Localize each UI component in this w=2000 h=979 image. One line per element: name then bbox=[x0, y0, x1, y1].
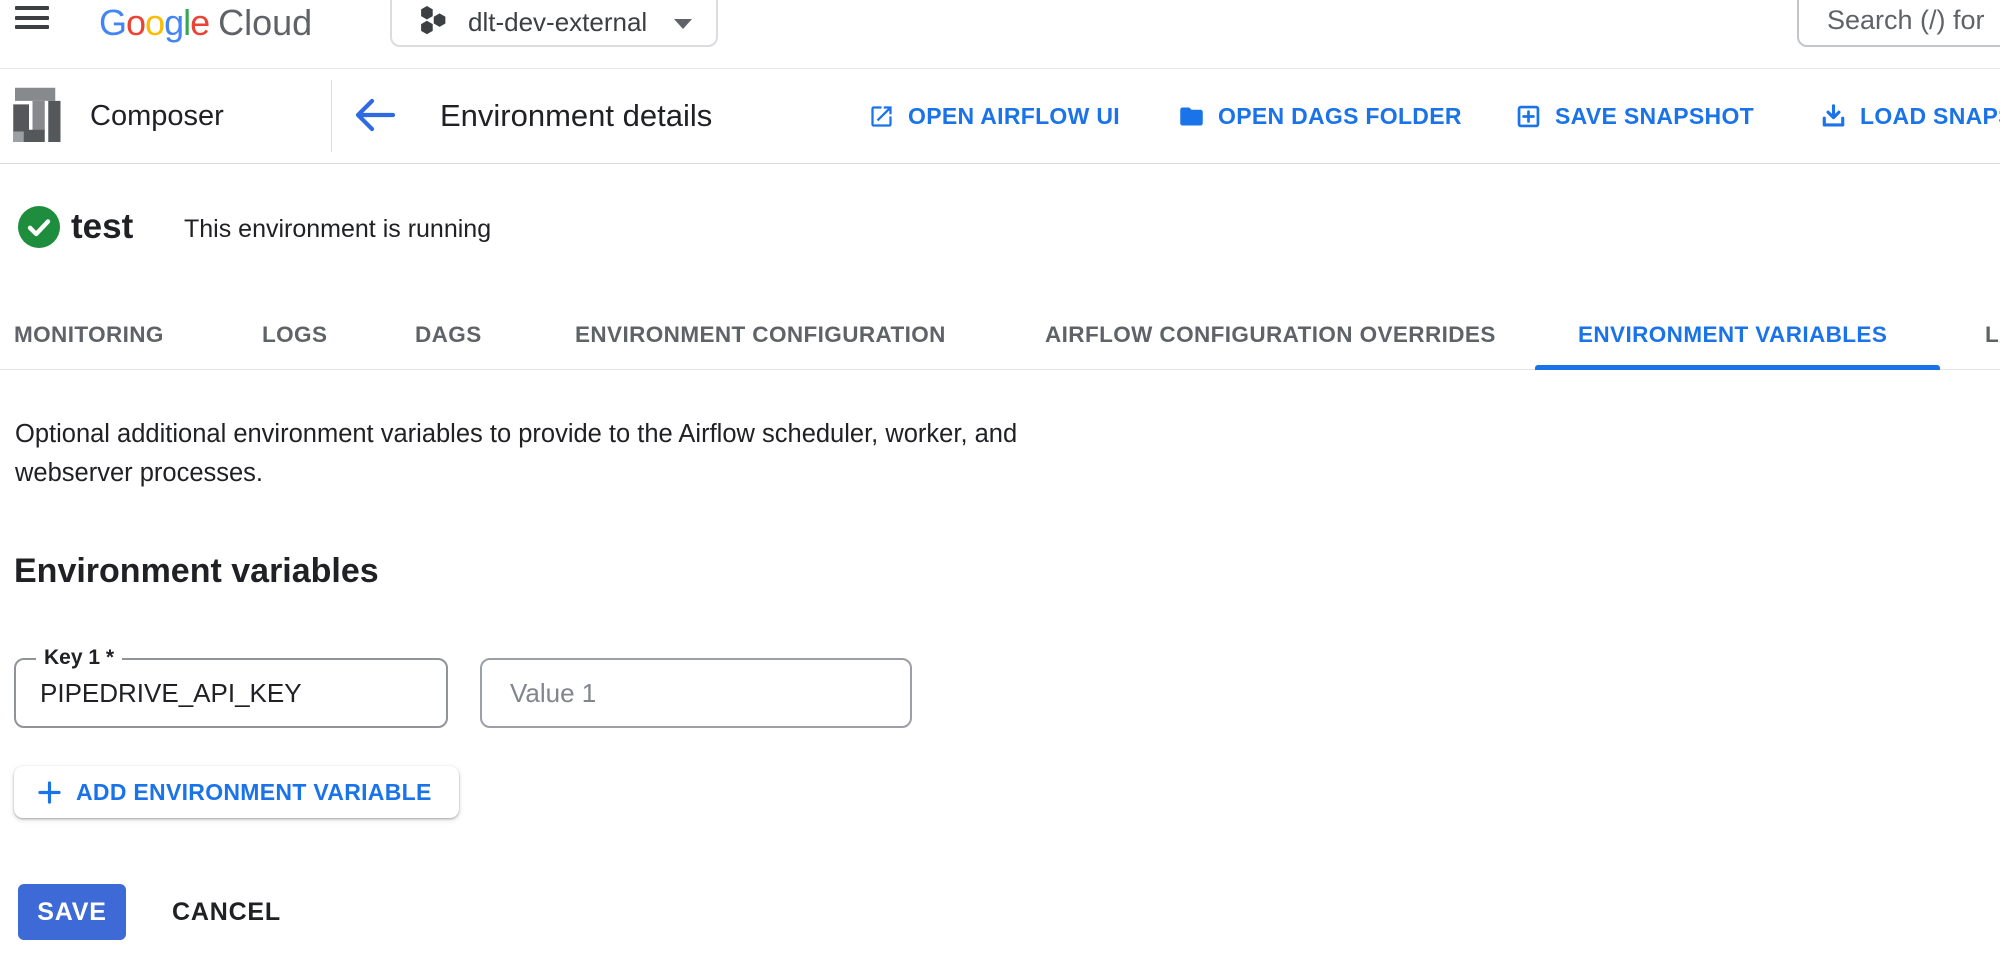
app-root: Google Cloud dlt-dev-external Composer bbox=[0, 0, 2000, 979]
chevron-down-icon bbox=[674, 19, 692, 29]
section-title: Environment variables bbox=[14, 552, 379, 591]
tab-airflow-configuration-overrides[interactable]: AIRFLOW CONFIGURATION OVERRIDES bbox=[1045, 300, 1496, 369]
logo-letter: l bbox=[183, 2, 190, 44]
open-dags-folder-button[interactable]: OPEN DAGS FOLDER bbox=[1178, 69, 1462, 163]
save-snapshot-button[interactable]: SAVE SNAPSHOT bbox=[1515, 69, 1754, 163]
save-snapshot-icon bbox=[1515, 103, 1542, 130]
cancel-button[interactable]: CANCEL bbox=[162, 884, 291, 940]
save-button[interactable]: SAVE bbox=[18, 884, 126, 940]
project-selector[interactable]: dlt-dev-external bbox=[390, 0, 718, 47]
product-name: Composer bbox=[90, 69, 224, 163]
tab-dags[interactable]: DAGS bbox=[415, 300, 482, 369]
header-divider bbox=[331, 80, 332, 152]
value-input[interactable] bbox=[482, 660, 910, 726]
logo-letter: G bbox=[99, 2, 126, 44]
google-cloud-logo: Google Cloud bbox=[99, 2, 312, 44]
search-box bbox=[1797, 0, 2000, 47]
tab-environment-configuration[interactable]: ENVIRONMENT CONFIGURATION bbox=[575, 300, 946, 369]
tab-description-line2: webserver processes. bbox=[15, 454, 1017, 493]
active-tab-indicator bbox=[1535, 365, 1940, 370]
logo-letter: g bbox=[164, 2, 183, 44]
tab-description-line1: Optional additional environment variable… bbox=[15, 415, 1017, 454]
download-icon bbox=[1820, 103, 1847, 130]
environment-name: test bbox=[71, 204, 133, 250]
key-field-label: Key 1 * bbox=[36, 646, 122, 670]
tab-bar: MONITORING LOGS DAGS ENVIRONMENT CONFIGU… bbox=[0, 300, 2000, 370]
project-hexagons-icon bbox=[418, 5, 448, 35]
tab-environment-variables[interactable]: ENVIRONMENT VARIABLES bbox=[1578, 300, 1887, 369]
logo-cloud-text: Cloud bbox=[218, 2, 312, 44]
tab-labels[interactable]: LABELS bbox=[1985, 300, 2000, 369]
composer-logo-icon bbox=[8, 86, 64, 142]
top-bar: Google Cloud dlt-dev-external bbox=[0, 0, 2000, 69]
menu-icon[interactable] bbox=[15, 6, 51, 32]
tab-logs[interactable]: LOGS bbox=[262, 300, 327, 369]
tab-monitoring[interactable]: MONITORING bbox=[14, 300, 164, 369]
add-button-label: ADD ENVIRONMENT VARIABLE bbox=[76, 779, 432, 806]
logo-letter: o bbox=[126, 2, 145, 44]
search-input[interactable] bbox=[1827, 5, 2000, 36]
action-label: OPEN DAGS FOLDER bbox=[1218, 103, 1462, 130]
project-selector-label: dlt-dev-external bbox=[468, 7, 662, 37]
tab-description: Optional additional environment variable… bbox=[15, 415, 1017, 493]
logo-letter: o bbox=[145, 2, 164, 44]
action-label: LOAD SNAPSHOT bbox=[1860, 103, 2000, 130]
add-environment-variable-button[interactable]: ADD ENVIRONMENT VARIABLE bbox=[14, 766, 459, 818]
header-bar: Composer Environment details OPEN AIRFLO… bbox=[0, 69, 2000, 164]
env-var-value-field bbox=[480, 658, 912, 728]
load-snapshot-button[interactable]: LOAD SNAPSHOT bbox=[1820, 69, 2000, 163]
status-running-icon bbox=[18, 206, 60, 248]
folder-icon bbox=[1178, 103, 1205, 130]
action-label: SAVE SNAPSHOT bbox=[1555, 103, 1754, 130]
open-in-new-icon bbox=[868, 103, 895, 130]
open-airflow-ui-button[interactable]: OPEN AIRFLOW UI bbox=[868, 69, 1120, 163]
environment-status-message: This environment is running bbox=[184, 208, 491, 250]
plus-icon bbox=[36, 779, 63, 806]
logo-letter: e bbox=[190, 2, 209, 44]
page-title: Environment details bbox=[440, 69, 712, 163]
env-var-key-field: Key 1 * bbox=[14, 658, 448, 728]
back-arrow-icon bbox=[353, 97, 397, 133]
action-label: OPEN AIRFLOW UI bbox=[908, 103, 1120, 130]
back-button[interactable] bbox=[352, 96, 398, 136]
